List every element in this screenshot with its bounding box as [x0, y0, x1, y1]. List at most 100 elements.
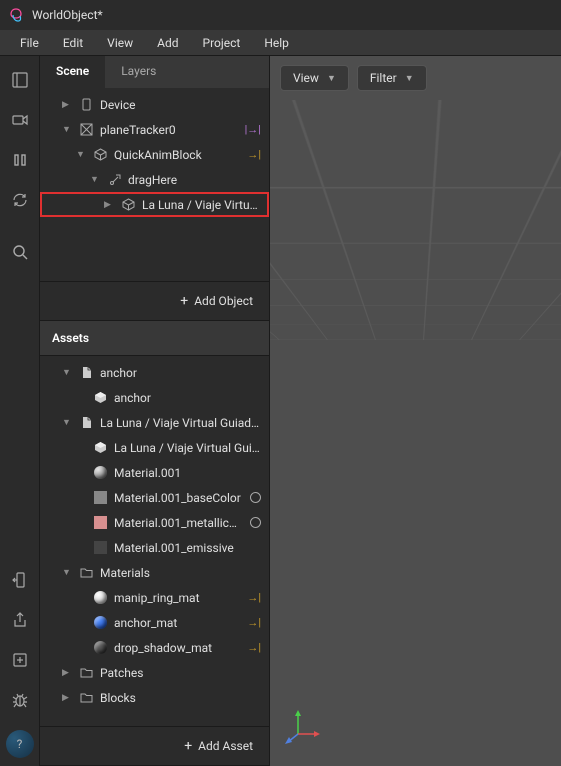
scene-item-label: QuickAnimBlock: [114, 148, 241, 162]
menu-view[interactable]: View: [95, 32, 145, 54]
folder-icon: [78, 690, 94, 706]
viewport-filter-button[interactable]: Filter ▼: [357, 65, 427, 91]
menu-edit[interactable]: Edit: [51, 32, 95, 54]
tab-layers[interactable]: Layers: [105, 56, 172, 88]
planetracker-icon: [78, 122, 94, 138]
add-asset-button[interactable]: +Add Asset: [184, 738, 253, 754]
viewport: View▼ Filter ▼: [270, 56, 561, 766]
asset-item-row[interactable]: ▼ La Luna / Viaje Virtual Guiado /...: [40, 410, 269, 435]
left-icon-rail: ?: [0, 56, 40, 766]
ring-badge-icon: [250, 517, 261, 528]
disclosure-icon[interactable]: ▶: [62, 693, 72, 703]
layout-icon[interactable]: [4, 64, 36, 96]
disclosure-icon[interactable]: ▶: [62, 668, 72, 678]
disclosure-icon[interactable]: ▼: [62, 367, 72, 378]
asset-item-row[interactable]: Material.001_emissive: [40, 535, 269, 560]
video-icon[interactable]: [4, 104, 36, 136]
folder-icon: [78, 665, 94, 681]
cube-icon: [120, 197, 136, 213]
asset-item-row[interactable]: manip_ring_mat→|: [40, 585, 269, 610]
app-logo-icon: [8, 7, 24, 23]
asset-item-label: La Luna / Viaje Virtual Guiado /...: [100, 416, 261, 430]
pause-icon[interactable]: [4, 144, 36, 176]
scene-item-label: dragHere: [128, 173, 261, 187]
filter-btn-label: Filter: [370, 71, 397, 85]
axis-gizmo-icon[interactable]: [282, 702, 326, 746]
asset-item-row[interactable]: La Luna / Viaje Virtual Guiad...: [40, 435, 269, 460]
panel-tabs: Scene Layers: [40, 56, 269, 88]
viewport-view-button[interactable]: View▼: [280, 65, 349, 91]
swatch-pink: [92, 515, 108, 531]
asset-item-row[interactable]: ▶Patches: [40, 660, 269, 685]
scene-item-row[interactable]: ▶ La Luna / Viaje Virtual ...: [40, 192, 269, 217]
share-icon[interactable]: [4, 604, 36, 636]
asset-item-label: anchor_mat: [114, 616, 241, 630]
refresh-icon[interactable]: [4, 184, 36, 216]
add-object-button[interactable]: +Add Object: [180, 293, 253, 309]
null-icon: [106, 172, 122, 188]
menu-project[interactable]: Project: [191, 32, 253, 54]
add-box-icon[interactable]: [4, 644, 36, 676]
asset-item-label: La Luna / Viaje Virtual Guiad...: [114, 441, 261, 455]
scene-item-row[interactable]: ▼planeTracker0|→|: [40, 117, 269, 142]
scene-item-label: La Luna / Viaje Virtual ...: [142, 198, 261, 212]
asset-item-row[interactable]: anchor: [40, 385, 269, 410]
tab-scene[interactable]: Scene: [40, 56, 105, 88]
disclosure-icon[interactable]: ▼: [76, 149, 86, 160]
scene-item-label: planeTracker0: [100, 123, 239, 137]
asset-item-row[interactable]: ▶Blocks: [40, 685, 269, 710]
scene-item-row[interactable]: ▼ QuickAnimBlock→|: [40, 142, 269, 167]
disclosure-icon[interactable]: ▼: [62, 124, 72, 135]
cube-icon: [92, 147, 108, 163]
asset-item-row[interactable]: anchor_mat→|: [40, 610, 269, 635]
link-badge-icon: →|: [241, 148, 261, 161]
sphere-white: [92, 590, 108, 606]
device-icon: [78, 97, 94, 113]
disclosure-icon[interactable]: ▼: [90, 174, 100, 185]
viewport-toolbar: View▼ Filter ▼: [270, 56, 561, 100]
asset-item-row[interactable]: Material.001_metallicRo...: [40, 510, 269, 535]
bug-icon[interactable]: [4, 684, 36, 716]
scene-tree-empty-area: [40, 221, 269, 281]
asset-item-label: anchor: [100, 366, 261, 380]
viewport-canvas[interactable]: [270, 100, 561, 766]
disclosure-icon[interactable]: ▼: [62, 417, 72, 428]
sphere-gray: [92, 465, 108, 481]
asset-item-label: Material.001_metallicRo...: [114, 516, 244, 530]
disclosure-icon[interactable]: ▶: [104, 200, 114, 210]
sphere-blue: [92, 615, 108, 631]
asset-item-row[interactable]: drop_shadow_mat→|: [40, 635, 269, 660]
asset-item-row[interactable]: Material.001: [40, 460, 269, 485]
scene-item-row[interactable]: ▶Device: [40, 92, 269, 117]
swatch-gray: [92, 490, 108, 506]
add-asset-row: +Add Asset: [40, 726, 269, 766]
assets-tree: ▼ anchor anchor ▼ La Luna / Viaje Virtual Gu…: [40, 356, 269, 726]
file-icon: [78, 415, 94, 431]
left-panel: Scene Layers ▶Device▼planeTracker0|→|▼Qu…: [40, 56, 270, 766]
asset-item-label: drop_shadow_mat: [114, 641, 241, 655]
menu-help[interactable]: Help: [252, 32, 301, 54]
scene-item-row[interactable]: ▼ dragHere: [40, 167, 269, 192]
asset-item-label: Material.001: [114, 466, 261, 480]
link-badge-icon: →|: [241, 591, 261, 604]
device-send-icon[interactable]: [4, 564, 36, 596]
disclosure-icon[interactable]: ▶: [62, 100, 72, 110]
cube-solid-icon: [92, 390, 108, 406]
menu-file[interactable]: File: [8, 32, 51, 54]
menu-bar: File Edit View Add Project Help: [0, 30, 561, 56]
asset-item-label: manip_ring_mat: [114, 591, 241, 605]
asset-item-row[interactable]: ▼ anchor: [40, 360, 269, 385]
chevron-down-icon: ▼: [405, 73, 414, 84]
link-badge-icon: →|: [241, 641, 261, 654]
asset-item-row[interactable]: Material.001_baseColor: [40, 485, 269, 510]
asset-item-label: Materials: [100, 566, 261, 580]
swatch-dark: [92, 540, 108, 556]
disclosure-icon[interactable]: ▼: [62, 567, 72, 578]
title-bar: WorldObject*: [0, 0, 561, 30]
asset-item-row[interactable]: ▼ Materials: [40, 560, 269, 585]
search-icon[interactable]: [4, 236, 36, 268]
ring-badge-icon: [250, 492, 261, 503]
menu-add[interactable]: Add: [145, 32, 190, 54]
help-icon[interactable]: ?: [6, 730, 34, 758]
add-object-row: +Add Object: [40, 281, 269, 321]
